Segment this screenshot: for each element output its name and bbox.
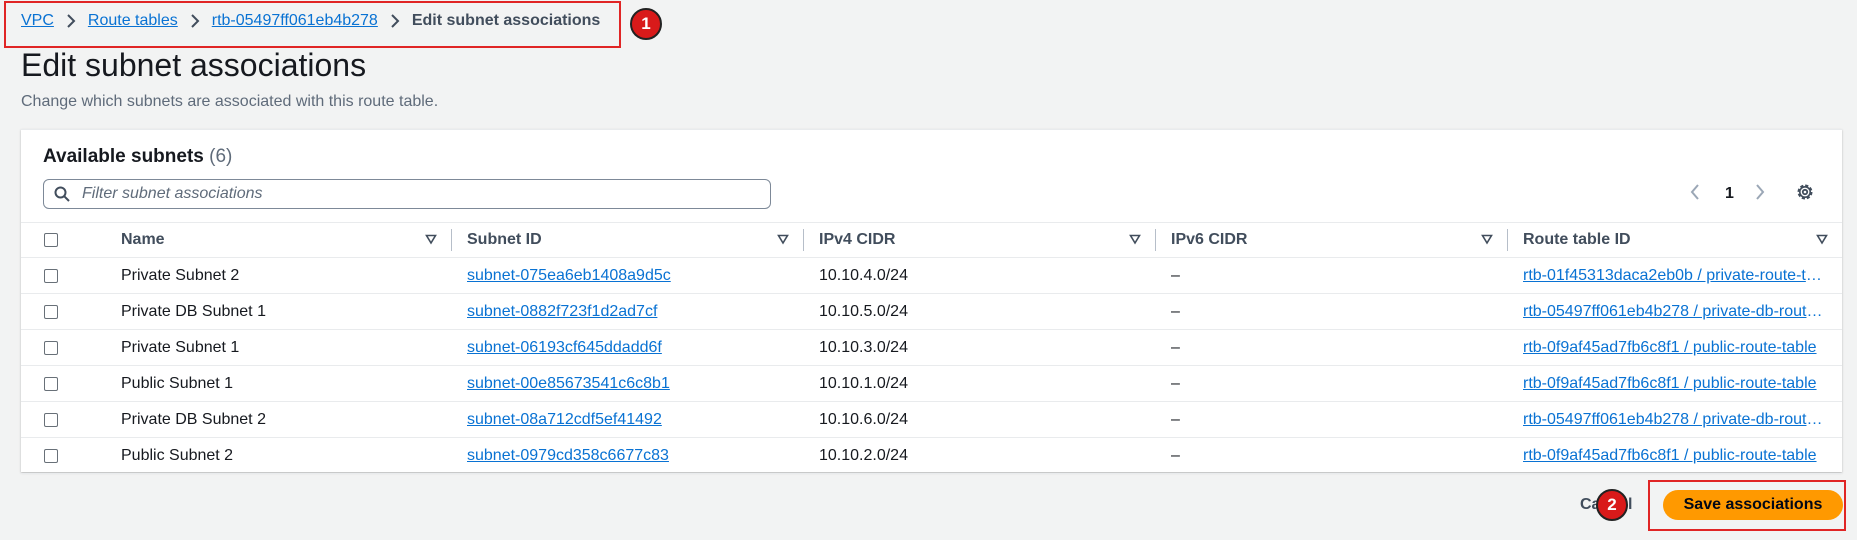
route-table-cell: rtb-0f9af45ad7fb6c8f1 / public-route-tab… (1507, 438, 1842, 473)
route-table-cell: rtb-01f45313daca2eb0b / private-route-ta… (1507, 258, 1842, 293)
table-row[interactable]: Public Subnet 1 subnet-00e85673541c6c8b1… (21, 366, 1842, 402)
route-table-link[interactable]: rtb-0f9af45ad7fb6c8f1 / public-route-tab… (1523, 447, 1828, 465)
header-name[interactable]: Name (99, 223, 451, 257)
ipv6-cidr: – (1171, 338, 1180, 356)
row-checkbox[interactable] (44, 448, 58, 463)
previous-page-button[interactable] (1689, 183, 1701, 201)
row-checkbox[interactable] (44, 268, 58, 283)
panel-title-text: Available subnets (43, 146, 204, 167)
sort-caret-icon (1129, 234, 1141, 245)
header-route-table-id-label: Route table ID (1523, 231, 1631, 248)
ipv4-cidr: 10.10.3.0/24 (819, 338, 908, 356)
available-subnets-panel: Available subnets (6) 1 Name (21, 129, 1842, 474)
row-select-cell (21, 258, 99, 293)
select-all-checkbox[interactable] (44, 233, 58, 247)
current-page-number[interactable]: 1 (1725, 185, 1734, 203)
row-select-cell (21, 294, 99, 329)
sort-caret-icon (777, 234, 789, 245)
ipv4-cidr: 10.10.1.0/24 (819, 374, 908, 392)
subnet-id-link[interactable]: subnet-0882f723f1d2ad7cf (467, 303, 657, 321)
subnet-id-cell: subnet-0979cd358c6677c83 (451, 438, 803, 473)
gear-icon (1797, 184, 1813, 200)
route-table-cell: rtb-05497ff061eb4b278 / private-db-route… (1507, 402, 1842, 437)
subnet-name: Private DB Subnet 2 (121, 410, 266, 428)
chevron-right-icon (1756, 184, 1765, 200)
panel-title: Available subnets (6) (43, 146, 232, 168)
subnet-id-link[interactable]: subnet-00e85673541c6c8b1 (467, 375, 670, 393)
subnet-id-cell: subnet-00e85673541c6c8b1 (451, 366, 803, 401)
ipv4-cidr: 10.10.6.0/24 (819, 410, 908, 428)
annotation-marker-2: 2 (1596, 489, 1628, 521)
sort-caret-icon (425, 234, 437, 245)
route-table-cell: rtb-0f9af45ad7fb6c8f1 / public-route-tab… (1507, 366, 1842, 401)
subnet-name: Private Subnet 2 (121, 266, 240, 284)
subnet-count: (6) (209, 146, 233, 167)
sort-caret-icon (1816, 234, 1828, 245)
header-ipv4-cidr[interactable]: IPv4 CIDR (803, 223, 1155, 257)
row-select-cell (21, 438, 99, 473)
subnet-name: Private Subnet 1 (121, 338, 240, 356)
row-select-cell (21, 366, 99, 401)
subnet-id-cell: subnet-08a712cdf5ef41492 (451, 402, 803, 437)
subnet-id-cell: subnet-06193cf645ddadd6f (451, 330, 803, 365)
row-select-cell (21, 330, 99, 365)
subnet-id-link[interactable]: subnet-06193cf645ddadd6f (467, 339, 662, 357)
table-row[interactable]: Private Subnet 2 subnet-075ea6eb1408a9d5… (21, 258, 1842, 294)
ipv6-cidr: – (1171, 374, 1180, 392)
subnet-name: Private DB Subnet 1 (121, 302, 266, 320)
ipv6-cidr: – (1171, 302, 1180, 320)
ipv6-cidr: – (1171, 446, 1180, 464)
route-table-link[interactable]: rtb-0f9af45ad7fb6c8f1 / public-route-tab… (1523, 339, 1828, 357)
annotation-marker-1: 1 (630, 8, 662, 40)
search-icon (54, 186, 70, 202)
ipv4-cidr: 10.10.2.0/24 (819, 446, 908, 464)
page-description: Change which subnets are associated with… (21, 93, 439, 110)
subnet-id-cell: subnet-0882f723f1d2ad7cf (451, 294, 803, 329)
header-ipv6-cidr[interactable]: IPv6 CIDR (1155, 223, 1507, 257)
save-button-highlight-box (1648, 480, 1846, 531)
row-checkbox[interactable] (44, 412, 58, 427)
table-settings-button[interactable] (1795, 182, 1815, 202)
subnet-name: Public Subnet 2 (121, 446, 234, 464)
header-select-cell (21, 223, 99, 257)
subnet-id-link[interactable]: subnet-08a712cdf5ef41492 (467, 411, 662, 429)
table-row[interactable]: Private DB Subnet 2 subnet-08a712cdf5ef4… (21, 402, 1842, 438)
filter-input[interactable] (80, 184, 734, 204)
table-row[interactable]: Private Subnet 1 subnet-06193cf645ddadd6… (21, 330, 1842, 366)
subnet-id-link[interactable]: subnet-0979cd358c6677c83 (467, 447, 669, 465)
page-title: Edit subnet associations (21, 47, 367, 83)
route-table-link[interactable]: rtb-0f9af45ad7fb6c8f1 / public-route-tab… (1523, 375, 1828, 393)
row-checkbox[interactable] (44, 376, 58, 391)
route-table-cell: rtb-05497ff061eb4b278 / private-db-route… (1507, 294, 1842, 329)
route-table-link[interactable]: rtb-05497ff061eb4b278 / private-db-route… (1523, 411, 1828, 429)
row-checkbox[interactable] (44, 304, 58, 319)
ipv6-cidr: – (1171, 410, 1180, 428)
table-header-row: Name Subnet ID IPv4 CIDR IPv6 CIDR Route… (21, 222, 1842, 258)
next-page-button[interactable] (1754, 183, 1766, 201)
row-checkbox[interactable] (44, 340, 58, 355)
header-ipv6-cidr-label: IPv6 CIDR (1171, 231, 1248, 248)
header-name-label: Name (121, 231, 165, 248)
subnets-table: Name Subnet ID IPv4 CIDR IPv6 CIDR Route… (21, 222, 1842, 474)
subnet-id-link[interactable]: subnet-075ea6eb1408a9d5c (467, 267, 671, 285)
row-select-cell (21, 402, 99, 437)
ipv6-cidr: – (1171, 266, 1180, 284)
subnet-id-cell: subnet-075ea6eb1408a9d5c (451, 258, 803, 293)
breadcrumb-highlight-box (4, 1, 621, 48)
subnet-name: Public Subnet 1 (121, 374, 234, 392)
ipv4-cidr: 10.10.4.0/24 (819, 266, 908, 284)
route-table-link[interactable]: rtb-05497ff061eb4b278 / private-db-route… (1523, 303, 1828, 321)
table-row[interactable]: Private DB Subnet 1 subnet-0882f723f1d2a… (21, 294, 1842, 330)
sort-caret-icon (1481, 234, 1493, 245)
header-ipv4-cidr-label: IPv4 CIDR (819, 231, 896, 248)
header-route-table-id[interactable]: Route table ID (1507, 223, 1842, 257)
chevron-left-icon (1690, 184, 1699, 200)
ipv4-cidr: 10.10.5.0/24 (819, 302, 908, 320)
route-table-link[interactable]: rtb-01f45313daca2eb0b / private-route-ta… (1523, 267, 1828, 285)
header-subnet-id[interactable]: Subnet ID (451, 223, 803, 257)
filter-field[interactable] (43, 179, 771, 209)
table-row[interactable]: Public Subnet 2 subnet-0979cd358c6677c83… (21, 438, 1842, 474)
header-subnet-id-label: Subnet ID (467, 231, 542, 248)
route-table-cell: rtb-0f9af45ad7fb6c8f1 / public-route-tab… (1507, 330, 1842, 365)
